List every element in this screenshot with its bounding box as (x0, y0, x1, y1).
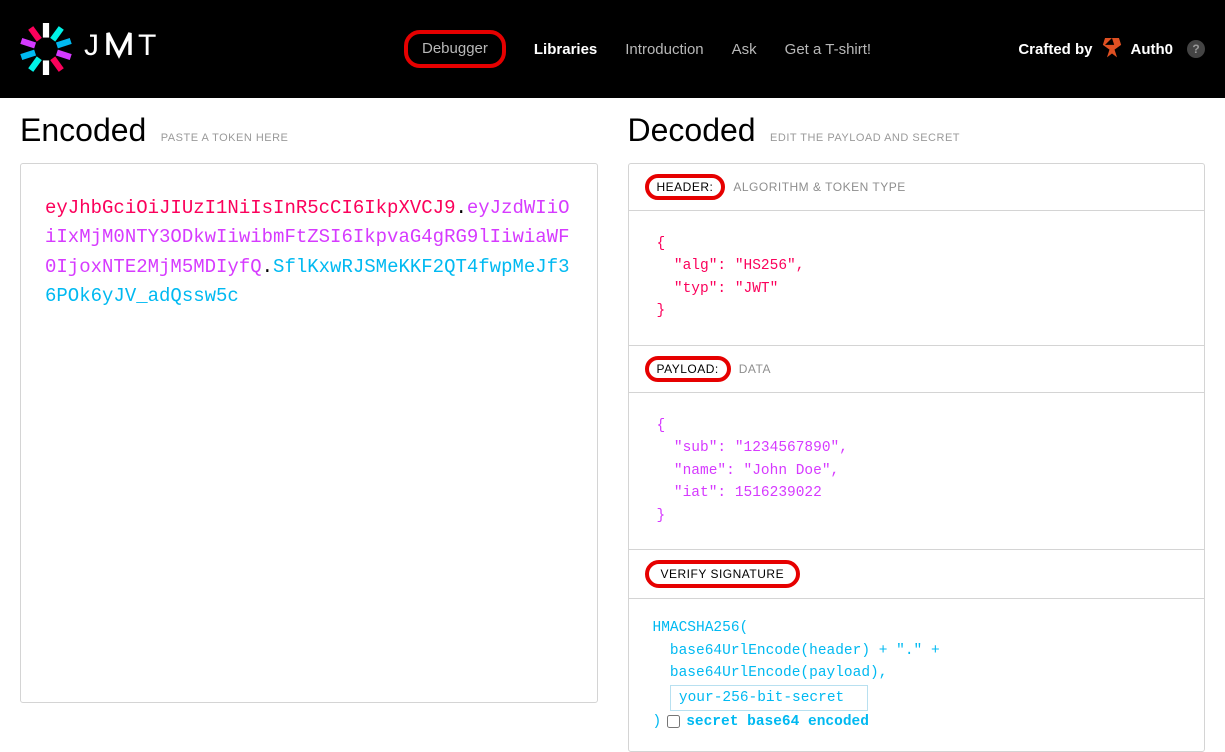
decoded-signature-label: VERIFY SIGNATURE (661, 567, 785, 581)
main-content: Encoded PASTE A TOKEN HERE eyJhbGciOiJIU… (0, 98, 1225, 752)
auth0-icon (1101, 38, 1123, 60)
decoded-header-label: HEADER: (657, 180, 714, 194)
highlight-ring-payload: PAYLOAD: (645, 356, 731, 382)
highlight-ring-debugger: Debugger (404, 30, 506, 68)
token-header-segment: eyJhbGciOiJIUzI1NiIsInR5cCI6IkpXVCJ9 (45, 197, 455, 219)
nav-links: Debugger Libraries Introduction Ask Get … (404, 30, 871, 68)
secret-base64-label: secret base64 encoded (686, 711, 869, 733)
sig-line-1: HMACSHA256( (653, 617, 1181, 639)
decoded-payload-label: PAYLOAD: (657, 362, 719, 376)
encoded-subtitle: PASTE A TOKEN HERE (161, 132, 289, 144)
decoded-subtitle: EDIT THE PAYLOAD AND SECRET (770, 132, 960, 144)
decoded-column: Decoded EDIT THE PAYLOAD AND SECRET HEAD… (628, 112, 1206, 752)
encoded-token-box[interactable]: eyJhbGciOiJIUzI1NiIsInR5cCI6IkpXVCJ9.eyJ… (20, 163, 598, 703)
nav-introduction[interactable]: Introduction (625, 41, 703, 58)
decoded-header-body[interactable]: { "alg": "HS256", "typ": "JWT" } (629, 211, 1205, 345)
decoded-payload-body[interactable]: { "sub": "1234567890", "name": "John Doe… (629, 393, 1205, 549)
decoded-stack: HEADER: ALGORITHM & TOKEN TYPE { "alg": … (628, 163, 1206, 752)
decoded-header-bar: HEADER: ALGORITHM & TOKEN TYPE (629, 164, 1205, 211)
sig-line-2: base64UrlEncode(header) + "." + (653, 640, 1181, 662)
sig-close-paren: ) (653, 711, 662, 733)
crafted-by[interactable]: Crafted by Auth0 ? (1018, 38, 1205, 60)
decoded-payload-sub: DATA (739, 362, 771, 376)
decoded-payload-bar: PAYLOAD: DATA (629, 345, 1205, 393)
sig-line-3: base64UrlEncode(payload), (653, 662, 1181, 684)
decoded-signature-bar: VERIFY SIGNATURE (629, 549, 1205, 599)
logo-area[interactable]: J T (20, 23, 184, 75)
decoded-header-sub: ALGORITHM & TOKEN TYPE (733, 180, 905, 194)
crafted-company: Auth0 (1131, 41, 1174, 58)
decoded-signature-body: HMACSHA256( base64UrlEncode(header) + ".… (629, 599, 1205, 751)
jwt-logo-icon (20, 23, 72, 75)
encoded-title: Encoded (20, 112, 146, 149)
svg-text:J: J (84, 29, 102, 62)
secret-base64-checkbox[interactable] (667, 715, 680, 728)
decoded-header-json: { "alg": "HS256", "typ": "JWT" } (657, 233, 1177, 323)
highlight-ring-header: HEADER: (645, 174, 726, 200)
nav-ask[interactable]: Ask (732, 41, 757, 58)
crafted-label: Crafted by (1018, 41, 1092, 58)
svg-text:T: T (138, 29, 159, 62)
highlight-ring-signature: VERIFY SIGNATURE (645, 560, 801, 588)
decoded-title: Decoded (628, 112, 756, 149)
nav-tshirt[interactable]: Get a T-shirt! (785, 41, 871, 58)
nav-libraries[interactable]: Libraries (534, 41, 597, 58)
secret-input[interactable] (670, 685, 868, 711)
help-icon[interactable]: ? (1187, 40, 1205, 58)
nav-debugger[interactable]: Debugger (422, 40, 488, 57)
encoded-column: Encoded PASTE A TOKEN HERE eyJhbGciOiJIU… (20, 112, 598, 752)
decoded-payload-json: { "sub": "1234567890", "name": "John Doe… (657, 415, 1177, 527)
logo-text: J T (84, 27, 184, 71)
top-nav: J T Debugger Libraries Introduction Ask … (0, 0, 1225, 98)
